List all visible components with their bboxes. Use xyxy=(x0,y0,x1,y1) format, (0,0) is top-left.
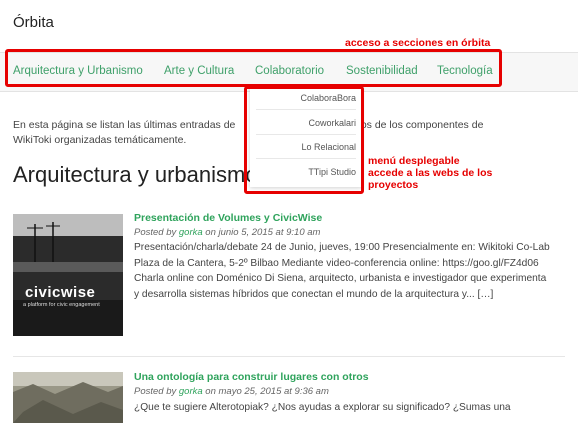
post-date: on junio 5, 2015 at 9:10 am xyxy=(205,227,321,238)
post-thumbnail-civicwise[interactable]: civicwise a platform for civic engagemen… xyxy=(13,214,123,336)
intro-line2: WikiToki organizadas temáticamente. xyxy=(13,134,187,146)
intro-line1-start: En esta página se listan las últimas ent… xyxy=(13,119,236,131)
post-thumbnail-ontologia[interactable] xyxy=(13,372,123,423)
annotation-dropdown-line3: proyectos xyxy=(368,179,419,191)
post-meta-prefix: Posted by xyxy=(134,386,177,397)
post-author-link[interactable]: gorka xyxy=(179,386,203,397)
post-title[interactable]: Una ontología para construir lugares con… xyxy=(134,371,369,383)
section-heading: Arquitectura y urbanismo xyxy=(13,162,258,187)
post-meta-prefix: Posted by xyxy=(134,227,177,238)
civicwise-photo xyxy=(13,214,123,336)
annotation-dropdown-box xyxy=(244,86,364,194)
civicwise-tagline: a platform for civic engagement xyxy=(23,302,100,308)
civicwise-logo: civicwise xyxy=(25,284,96,301)
site-title[interactable]: Órbita xyxy=(13,14,54,31)
annotation-dropdown-line1: menú desplegable xyxy=(368,155,460,167)
annotation-nav-label: acceso a secciones en órbita xyxy=(345,37,491,49)
post-date: on mayo 25, 2015 at 9:36 am xyxy=(205,386,329,397)
annotation-dropdown-line2: accede a las webs de los xyxy=(368,167,493,179)
post-author-link[interactable]: gorka xyxy=(179,227,203,238)
post-excerpt: Presentación/charla/debate 24 de Junio, … xyxy=(134,242,550,300)
annotation-nav-box xyxy=(5,49,502,87)
post-title[interactable]: Presentación de Volumes y CivicWise xyxy=(134,212,322,224)
post-meta: Posted by gorka on junio 5, 2015 at 9:10… xyxy=(134,227,320,238)
ontologia-photo xyxy=(13,372,123,423)
post-meta: Posted by gorka on mayo 25, 2015 at 9:36… xyxy=(134,386,329,397)
post-divider xyxy=(13,356,565,357)
post-excerpt: ¿Que te sugiere Alterotopiak? ¿Nos ayuda… xyxy=(134,402,511,413)
annotation-dropdown-label: menú desplegable accede a las webs de lo… xyxy=(368,155,492,191)
